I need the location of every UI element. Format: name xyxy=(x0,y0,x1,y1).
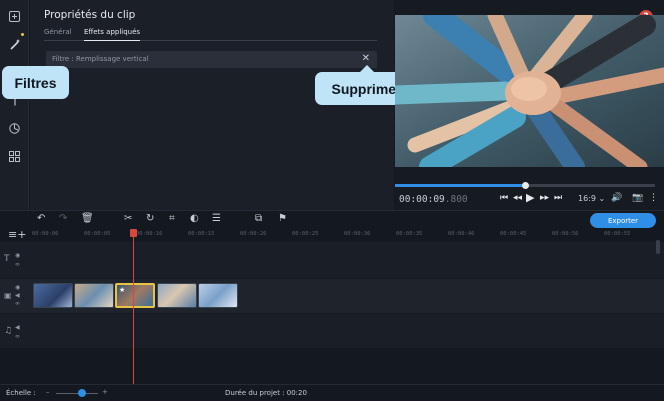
export-button[interactable]: Exporter xyxy=(590,213,656,228)
ruler-tick: 00:00:10 xyxy=(136,231,163,237)
notification-dot xyxy=(21,33,24,36)
lock-icon[interactable]: ∞ xyxy=(15,300,20,307)
more-options-icon[interactable]: ⋮ xyxy=(649,193,658,203)
ruler-tick: 00:00:20 xyxy=(240,231,267,237)
timeline-toolbar: ↶ ↷ 🗑 ✂ ↻ ⌗ ◐ ☰ ⧉ ⚑ Exporter xyxy=(0,210,664,229)
ruler-tick: 00:00:00 xyxy=(32,231,59,237)
ruler-tick: 00:00:35 xyxy=(396,231,423,237)
trash-icon[interactable]: 🗑 xyxy=(81,213,94,224)
timeline-ruler[interactable]: ≡+ 00:00:00 00:00:05 00:00:10 00:00:15 0… xyxy=(0,228,664,241)
visibility-icon[interactable]: ◉ xyxy=(15,252,20,259)
lock-icon[interactable]: ∞ xyxy=(15,333,20,340)
cut-icon[interactable]: ✂ xyxy=(124,213,132,224)
video-clip[interactable] xyxy=(74,283,114,308)
flag-icon[interactable]: ⚑ xyxy=(278,213,287,224)
project-duration: Durée du projet : 00:20 xyxy=(225,389,307,397)
tab-applied-effects[interactable]: Effets appliqués xyxy=(84,28,140,36)
text-track-icon: T xyxy=(4,254,10,264)
preview-player: ? xyxy=(395,0,664,210)
add-track-icon[interactable]: ≡+ xyxy=(8,228,26,241)
adjust-icon[interactable]: ☰ xyxy=(212,213,221,224)
skip-start-icon[interactable]: ⏮ xyxy=(500,193,508,203)
video-track-area[interactable]: ★ xyxy=(29,279,664,313)
scale-label: Échelle : xyxy=(6,389,36,397)
ruler-tick: 00:00:45 xyxy=(500,231,527,237)
status-bar: Échelle : – + Durée du projet : 00:20 xyxy=(0,384,664,401)
playhead-line[interactable] xyxy=(133,229,134,384)
lock-icon[interactable]: ∞ xyxy=(15,261,20,268)
track-header: T ◉ ∞ xyxy=(0,242,29,278)
play-icon[interactable]: ▶ xyxy=(526,191,534,204)
ruler-tick: 00:00:30 xyxy=(344,231,371,237)
progress-fill xyxy=(395,184,525,187)
aspect-ratio-value: 16:9 xyxy=(578,194,596,203)
applied-effect-row[interactable]: Filtre : Remplissage vertical ✕ xyxy=(46,51,377,68)
mute-icon[interactable]: ◀ xyxy=(15,292,20,299)
camera-icon[interactable]: 📷 xyxy=(632,193,643,203)
step-back-icon[interactable]: ◂◂ xyxy=(513,193,522,203)
effect-star-icon: ★ xyxy=(119,286,126,294)
track-header: ♫ ◀ ∞ xyxy=(0,314,29,348)
volume-icon[interactable]: 🔊 xyxy=(611,193,622,203)
video-preview[interactable] xyxy=(395,15,664,167)
zoom-in-icon[interactable]: + xyxy=(102,388,108,396)
ruler-tick: 00:00:50 xyxy=(552,231,579,237)
timecode-ms: .800 xyxy=(444,194,468,205)
left-sidebar xyxy=(0,0,29,210)
visibility-icon[interactable]: ◉ xyxy=(15,284,20,291)
undo-icon[interactable]: ↶ xyxy=(37,213,45,224)
selected-video-clip[interactable]: ★ xyxy=(115,283,155,308)
redo-icon[interactable]: ↷ xyxy=(59,213,67,224)
filtres-callout: Filtres xyxy=(2,66,69,99)
video-clip[interactable] xyxy=(157,283,197,308)
color-icon[interactable]: ◐ xyxy=(190,213,199,224)
ruler-tick: 00:00:25 xyxy=(292,231,319,237)
magic-wand-icon[interactable] xyxy=(6,35,23,52)
playhead-handle[interactable] xyxy=(130,229,137,237)
progress-knob[interactable] xyxy=(522,182,529,189)
title-track: T ◉ ∞ xyxy=(0,242,664,278)
remove-effect-icon[interactable]: ✕ xyxy=(362,53,370,64)
video-clip[interactable] xyxy=(198,283,238,308)
timecode: 00:00:09.800 xyxy=(399,194,468,205)
clock-icon[interactable] xyxy=(6,120,23,137)
step-forward-icon[interactable]: ▸▸ xyxy=(540,193,549,203)
import-icon[interactable] xyxy=(6,8,23,25)
clip-properties-panel: Propriétés du clip Général Effets appliq… xyxy=(30,0,394,210)
effect-label: Filtre : Remplissage vertical xyxy=(52,55,149,63)
playback-progress[interactable] xyxy=(395,182,655,189)
properties-tabs: Général Effets appliqués xyxy=(44,27,377,41)
ruler-tick: 00:00:40 xyxy=(448,231,475,237)
timeline-scrollbar[interactable] xyxy=(656,240,660,254)
audio-track: ♫ ◀ ∞ xyxy=(0,314,664,348)
active-tab-underline xyxy=(84,40,140,41)
zoom-out-icon[interactable]: – xyxy=(46,388,50,396)
ruler-tick: 00:00:05 xyxy=(84,231,111,237)
timecode-main: 00:00:09 xyxy=(399,194,445,205)
pip-icon[interactable]: ⧉ xyxy=(255,213,262,224)
zoom-slider-track[interactable] xyxy=(56,393,98,394)
video-clip[interactable] xyxy=(33,283,73,308)
ruler-tick: 00:00:55 xyxy=(604,231,631,237)
music-track-icon: ♫ xyxy=(4,326,13,336)
crop-icon[interactable]: ⌗ xyxy=(169,213,175,224)
ruler-tick: 00:00:15 xyxy=(188,231,215,237)
track-header: ▣ ◉ ◀ ∞ xyxy=(0,279,29,313)
aspect-ratio-select[interactable]: 16:9 ⌄ xyxy=(578,194,605,203)
video-track: ▣ ◉ ◀ ∞ ★ xyxy=(0,279,664,313)
film-track-icon: ▣ xyxy=(4,291,12,300)
zoom-slider-knob[interactable] xyxy=(78,389,86,397)
mute-icon[interactable]: ◀ xyxy=(15,324,20,331)
tab-general[interactable]: Général xyxy=(44,28,72,36)
panel-title: Propriétés du clip xyxy=(44,9,136,21)
grid-icon[interactable] xyxy=(6,148,23,165)
rotate-icon[interactable]: ↻ xyxy=(146,213,154,224)
skip-end-icon[interactable]: ⏭ xyxy=(554,193,562,203)
